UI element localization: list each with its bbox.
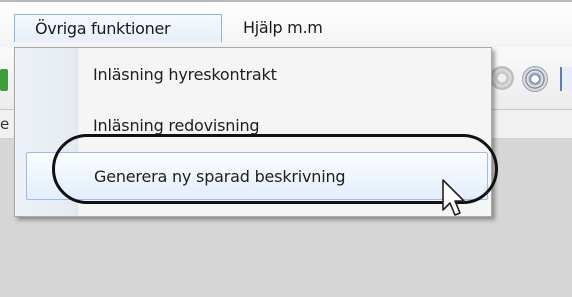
menu-ovriga-funktioner[interactable]: Övriga funktioner: [14, 14, 222, 42]
annotation-highlight-ring: [52, 134, 498, 204]
subbar-label: e: [0, 115, 10, 133]
toolbar-green-icon[interactable]: [0, 69, 8, 91]
menu-hjalp[interactable]: Hjälp m.m: [243, 14, 323, 42]
toolbar-edge-icon[interactable]: [560, 67, 572, 91]
menu-bar: Övriga funktioner Hjälp m.m: [0, 2, 572, 47]
settings-icon[interactable]: [490, 66, 514, 90]
menu-item-inlasning-hyreskontrakt[interactable]: Inläsning hyreskontrakt: [93, 60, 277, 90]
gear-icon[interactable]: [522, 66, 548, 92]
mouse-cursor-icon: [442, 179, 465, 216]
